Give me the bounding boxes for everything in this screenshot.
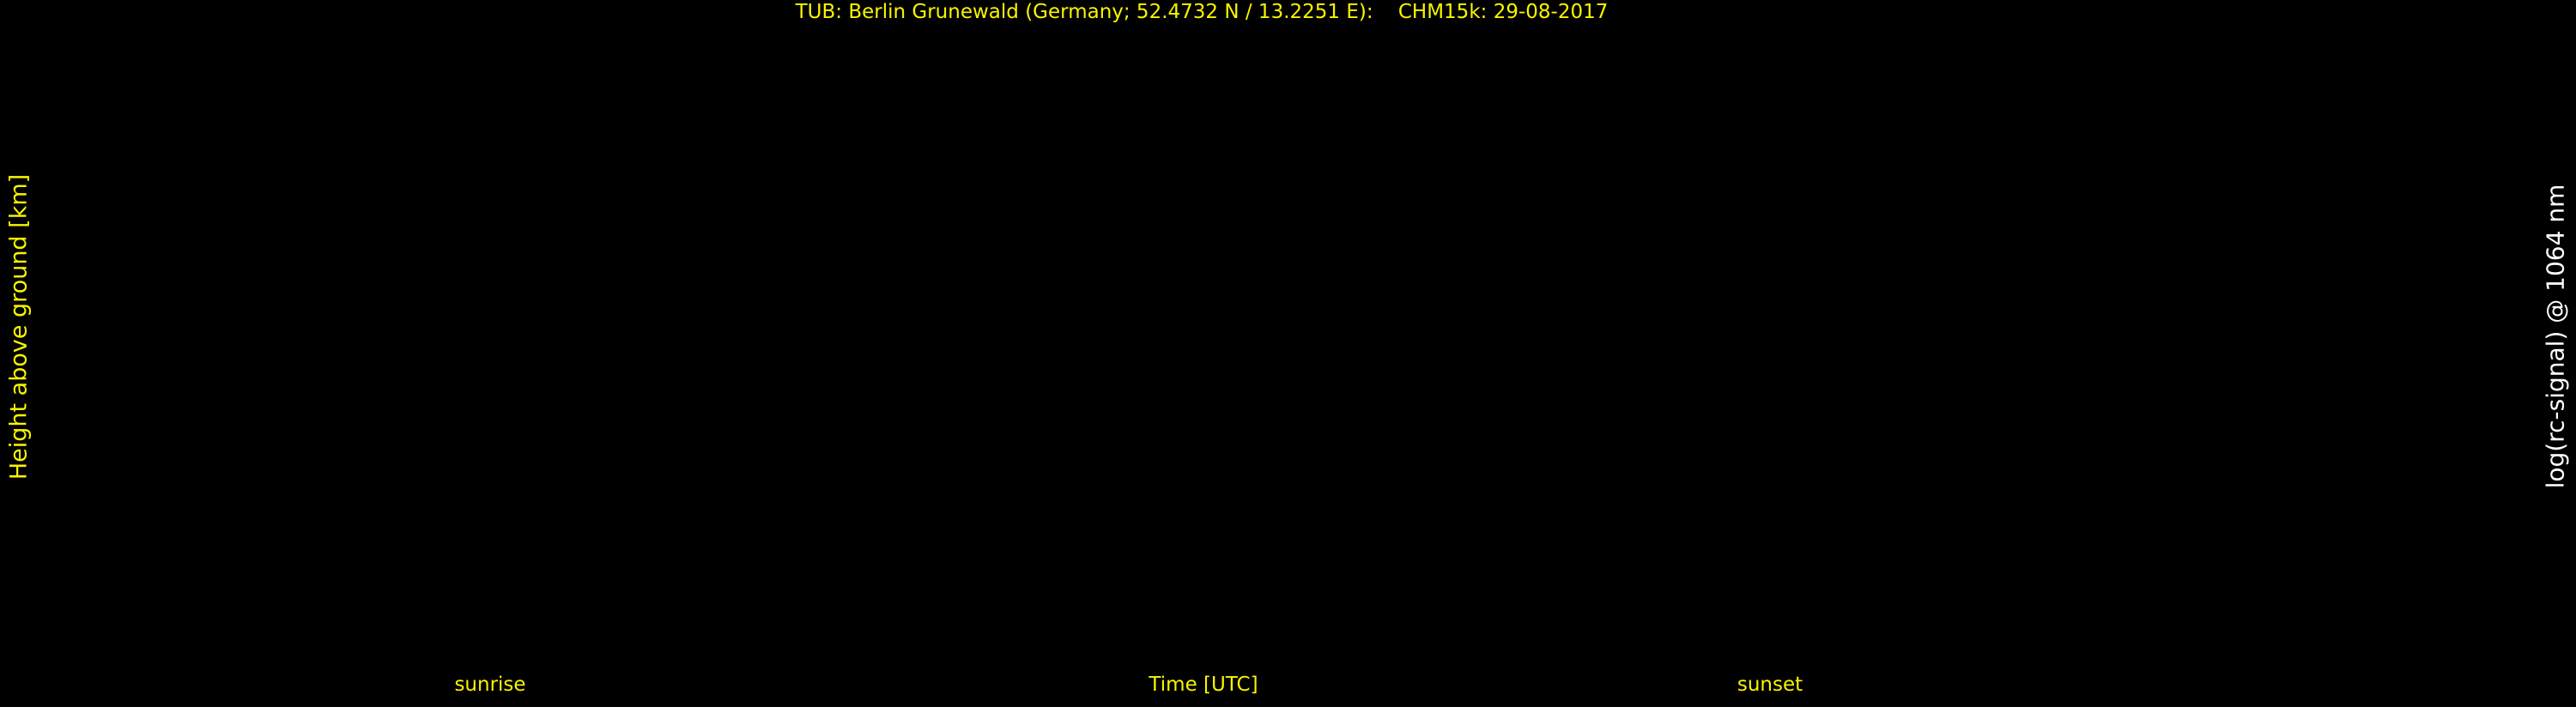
x-axis-label: Time [UTC] <box>1149 674 1258 696</box>
sunset-annotation-label: sunset <box>1737 674 1803 696</box>
sunrise-annotation-label: sunrise <box>454 674 526 696</box>
plot-title: TUB: Berlin Grunewald (Germany; 52.4732 … <box>795 1 1609 23</box>
lidar-quicklook-figure: TUB: Berlin Grunewald (Germany; 52.4732 … <box>0 0 2576 707</box>
colorbar-label: log(rc-signal) @ 1064 nm <box>2541 184 2570 489</box>
y-axis-label: Height above ground [km] <box>5 173 33 480</box>
heatmap-canvas <box>0 0 2576 707</box>
